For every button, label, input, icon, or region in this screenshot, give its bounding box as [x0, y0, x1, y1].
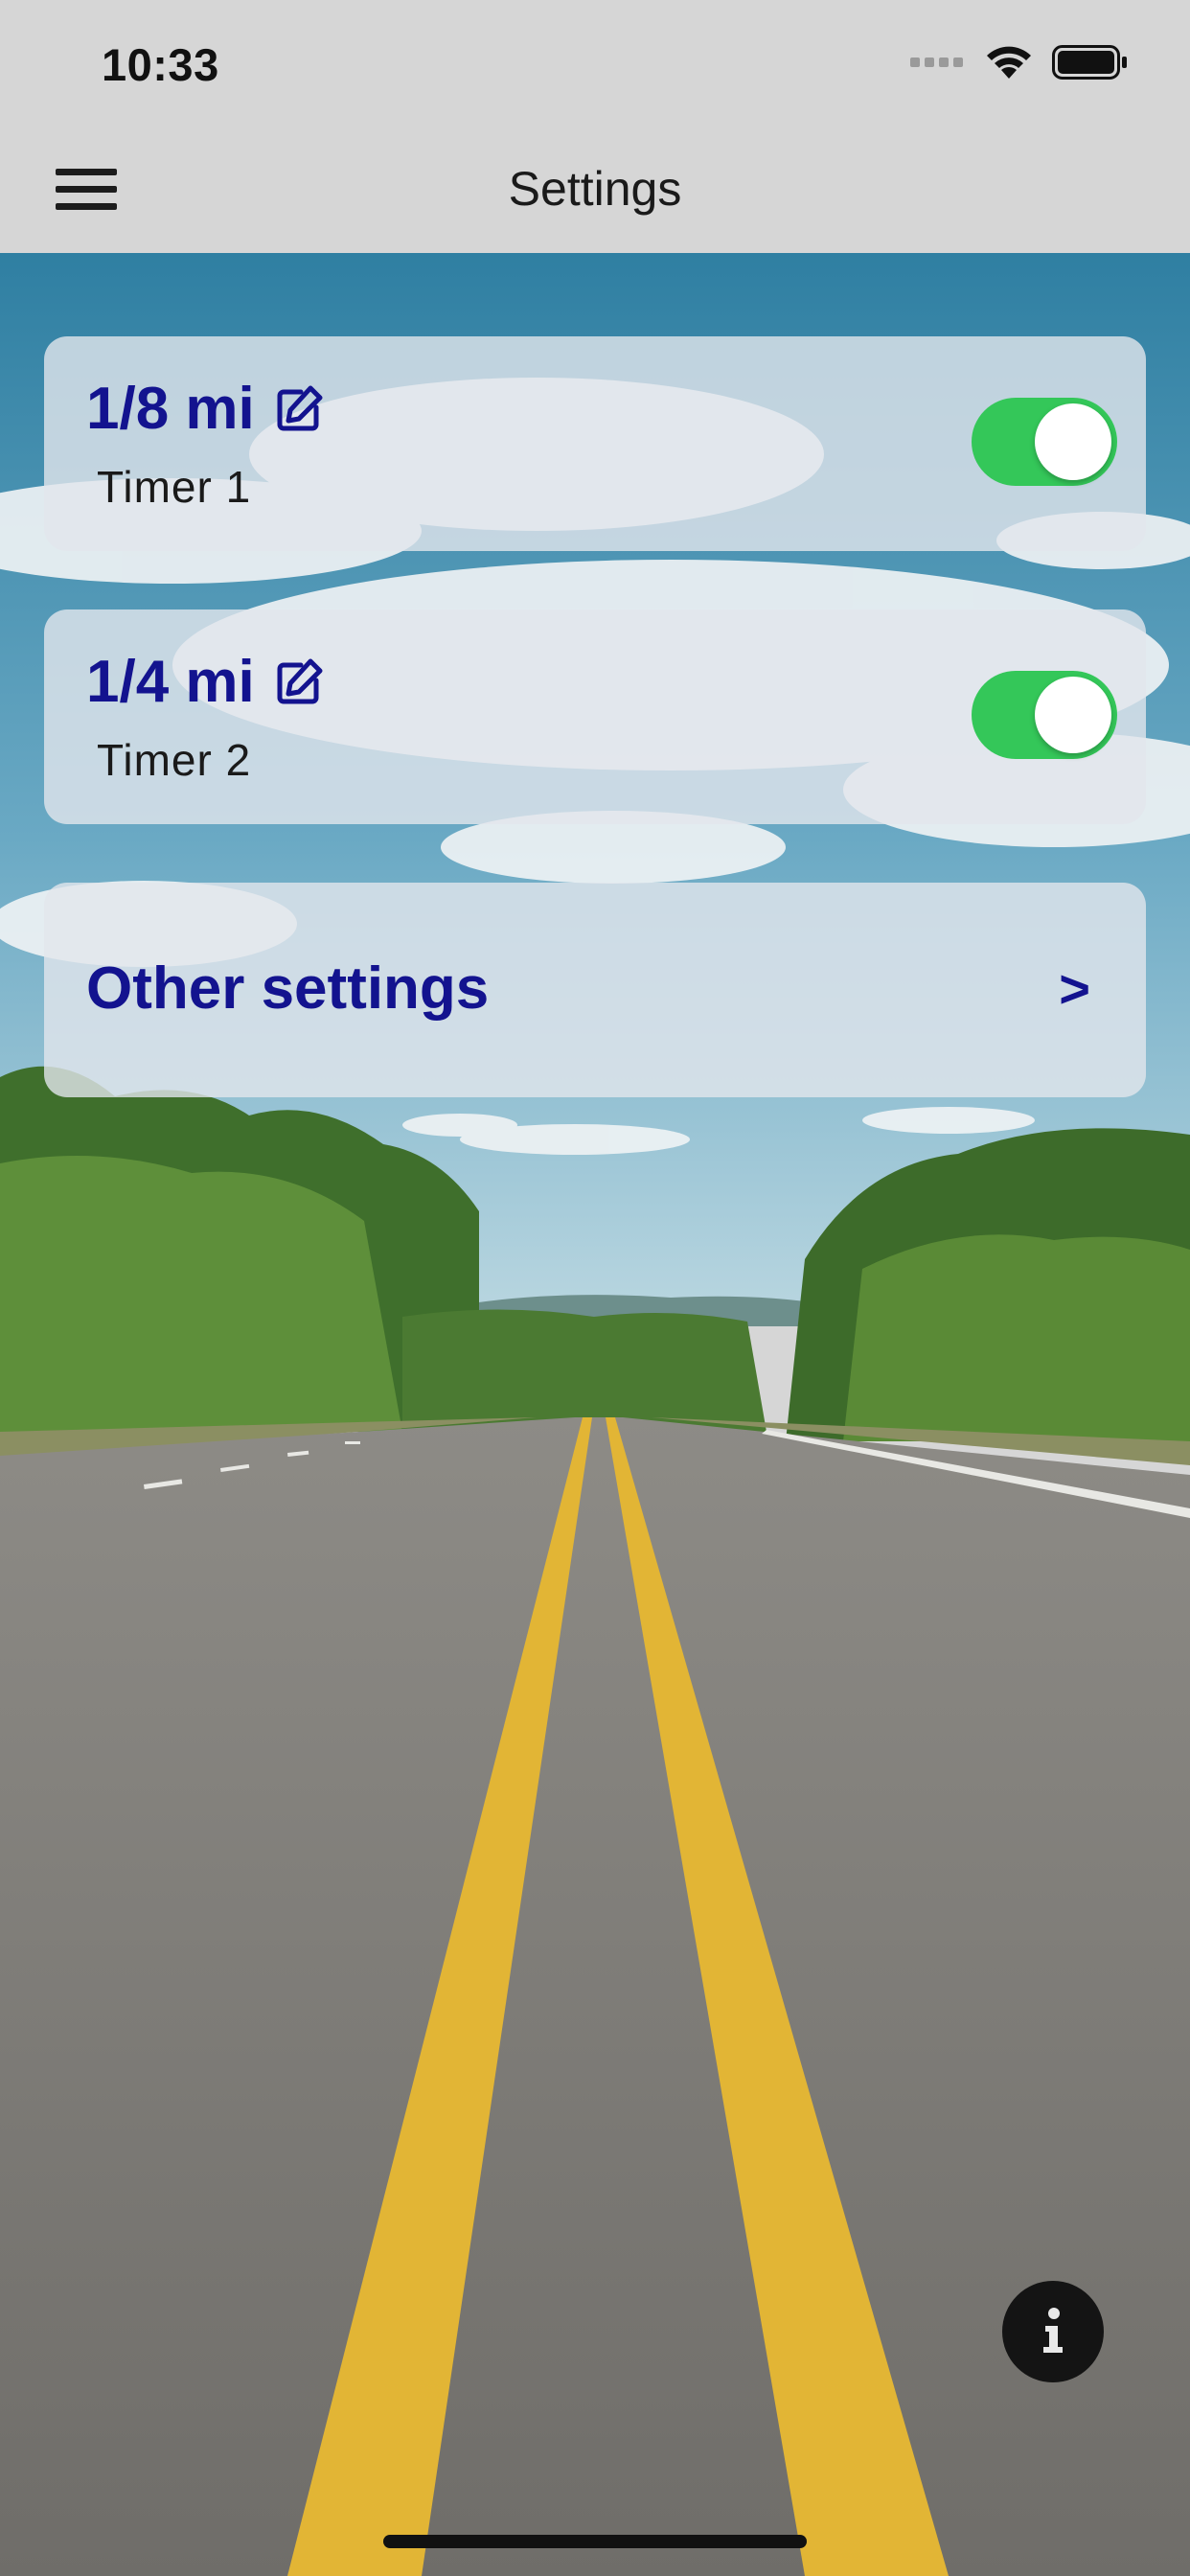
distance-row: 1/4 mi: [86, 648, 326, 716]
wifi-icon: [985, 44, 1033, 85]
timer-2-toggle[interactable]: [972, 671, 1117, 759]
timer-1-distance: 1/8 mi: [86, 376, 255, 442]
status-time: 10:33: [102, 39, 219, 90]
status-bar: 10:33: [0, 0, 1190, 126]
timer-card-2: 1/4 mi Timer 2: [44, 610, 1146, 824]
background-road-image: [0, 253, 1190, 2576]
edit-pencil-icon[interactable]: [272, 382, 326, 436]
timer-2-label: Timer 2: [97, 735, 252, 785]
timer-1-toggle[interactable]: [972, 398, 1117, 486]
page-title: Settings: [508, 162, 682, 216]
status-icons: [910, 44, 1129, 85]
other-settings-row[interactable]: Other settings >: [44, 883, 1146, 1097]
timer-1-label: Timer 1: [97, 462, 252, 512]
timer-2-distance: 1/4 mi: [86, 649, 255, 715]
home-indicator: [383, 2535, 807, 2548]
navigation-bar: Settings: [0, 126, 1190, 253]
timer-card-1: 1/8 mi Timer 1: [44, 336, 1146, 551]
toggle-knob: [1035, 403, 1111, 480]
cellular-signal-icon: [910, 56, 966, 74]
distance-row: 1/8 mi: [86, 375, 326, 443]
toggle-knob: [1035, 677, 1111, 753]
info-icon[interactable]: [1002, 2281, 1104, 2382]
other-settings-label: Other settings: [86, 955, 490, 1022]
edit-pencil-icon[interactable]: [272, 656, 326, 709]
chevron-right-icon: >: [1059, 958, 1090, 1019]
battery-icon: [1052, 44, 1129, 85]
